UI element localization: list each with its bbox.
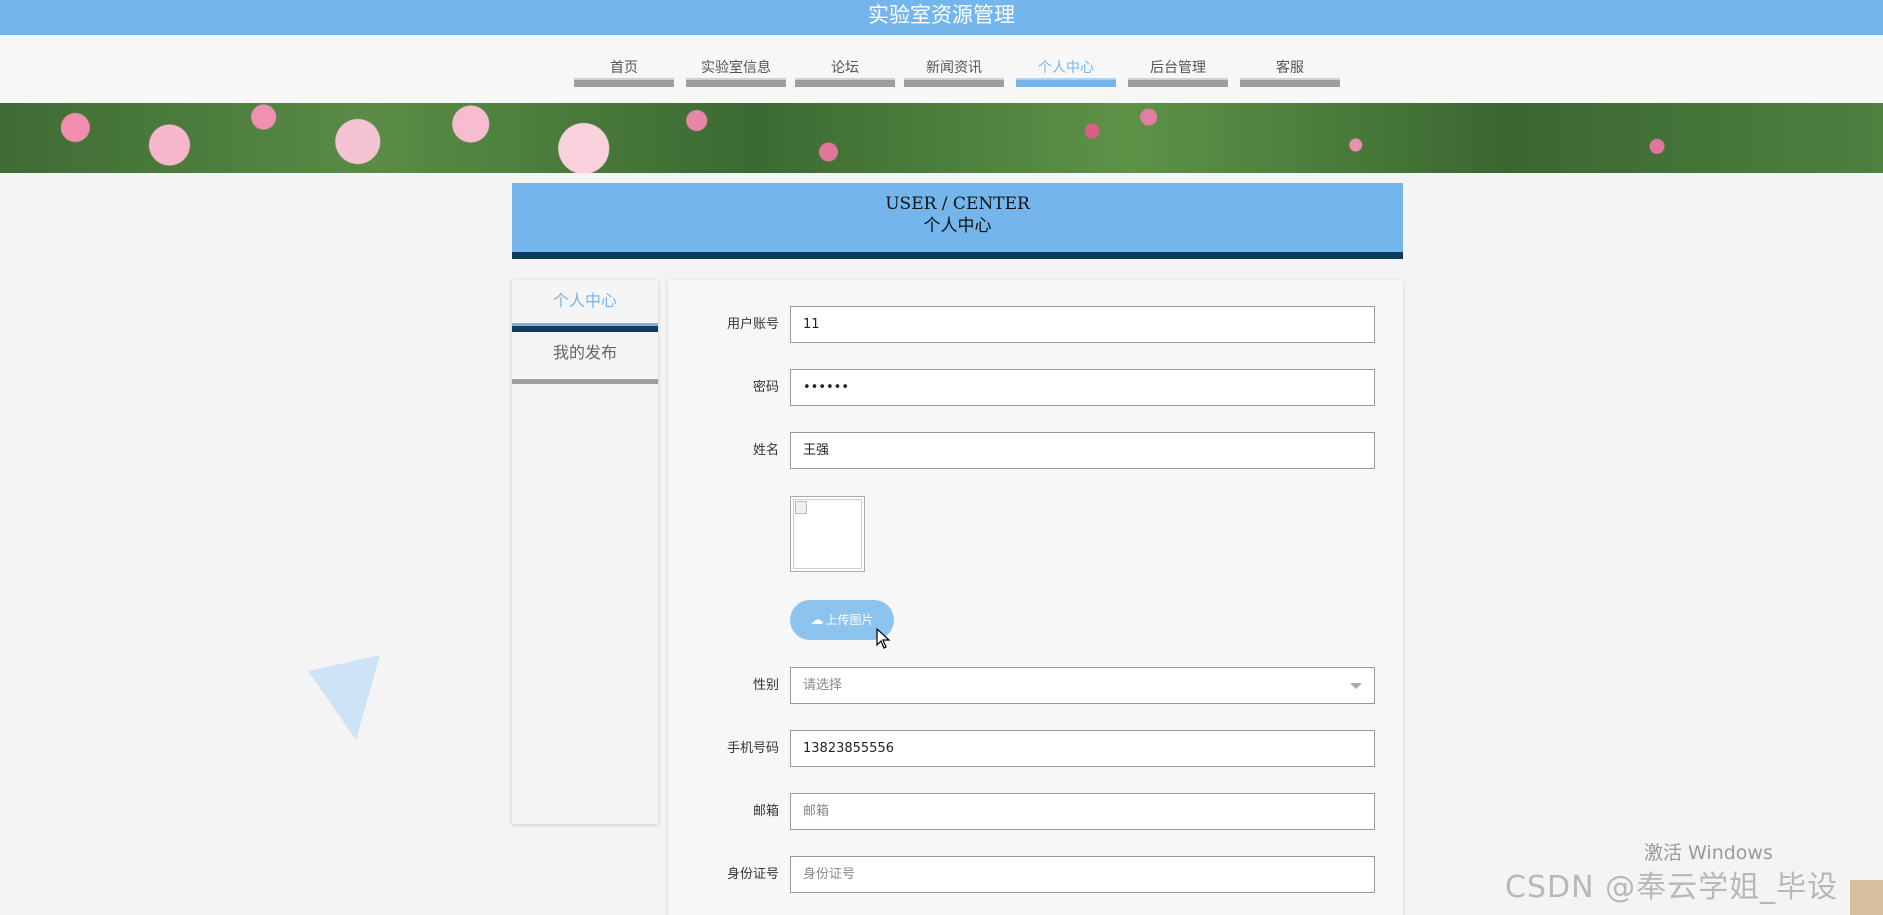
sidebar-item-my-posts[interactable]: 我的发布 bbox=[512, 332, 658, 384]
account-label: 用户账号 bbox=[726, 317, 779, 332]
app-title: 实验室资源管理 bbox=[868, 3, 1015, 27]
nav-item-home[interactable]: 首页 bbox=[574, 55, 674, 87]
phone-label: 手机号码 bbox=[726, 741, 779, 756]
form-row-phone: 手机号码 13823855556 bbox=[668, 730, 1403, 767]
decorative-triangle-icon bbox=[308, 655, 380, 740]
sidebar: 个人中心 我的发布 bbox=[512, 280, 658, 824]
id-card-input[interactable]: 身份证号 bbox=[790, 856, 1375, 893]
corner-decoration bbox=[1850, 880, 1883, 915]
cloud-upload-icon: ☁ bbox=[810, 613, 824, 628]
gender-select[interactable]: 请选择 bbox=[790, 667, 1375, 704]
sidebar-item-personal-center[interactable]: 个人中心 bbox=[512, 280, 658, 332]
name-input[interactable]: 王强 bbox=[790, 432, 1375, 469]
name-label: 姓名 bbox=[752, 443, 779, 458]
nav-item-customer-service[interactable]: 客服 bbox=[1240, 55, 1340, 87]
password-label: 密码 bbox=[752, 380, 779, 395]
broken-image-icon bbox=[795, 501, 807, 514]
phone-input[interactable]: 13823855556 bbox=[790, 730, 1375, 767]
form-row-account: 用户账号 11 bbox=[668, 306, 1403, 343]
flower-banner-image bbox=[0, 103, 1883, 173]
email-label: 邮箱 bbox=[752, 804, 779, 819]
account-input[interactable]: 11 bbox=[790, 306, 1375, 343]
section-title-zh: 个人中心 bbox=[923, 216, 992, 236]
form-row-email: 邮箱 邮箱 bbox=[668, 793, 1403, 830]
nav-item-personal-center[interactable]: 个人中心 bbox=[1016, 55, 1116, 87]
form-row-name: 姓名 王强 bbox=[668, 432, 1403, 469]
csdn-watermark: CSDN @奉云学姐_毕设 bbox=[1505, 870, 1839, 905]
id-card-label: 身份证号 bbox=[726, 867, 779, 882]
nav-item-admin[interactable]: 后台管理 bbox=[1128, 55, 1228, 87]
top-nav: 首页 实验室信息 论坛 新闻资讯 个人中心 后台管理 客服 bbox=[0, 35, 1883, 103]
mouse-pointer-icon bbox=[876, 628, 891, 649]
nav-item-news[interactable]: 新闻资讯 bbox=[904, 55, 1004, 87]
app-title-bar: 实验室资源管理 bbox=[0, 0, 1883, 35]
profile-form: 用户账号 11 密码 •••••• 姓名 王强 ☁ 上传图片 性别 请选择 手机号… bbox=[668, 280, 1403, 915]
email-input[interactable]: 邮箱 bbox=[790, 793, 1375, 830]
windows-activation-watermark: 激活 Windows bbox=[1644, 842, 1773, 864]
form-row-password: 密码 •••••• bbox=[668, 369, 1403, 406]
nav-item-forum[interactable]: 论坛 bbox=[795, 55, 895, 87]
password-input[interactable]: •••••• bbox=[790, 369, 1375, 406]
avatar-preview bbox=[790, 496, 865, 572]
gender-label: 性别 bbox=[752, 678, 779, 693]
chevron-down-icon bbox=[1350, 683, 1362, 689]
nav-item-lab-info[interactable]: 实验室信息 bbox=[686, 55, 786, 87]
form-row-gender: 性别 请选择 bbox=[668, 667, 1403, 704]
form-row-id-card: 身份证号 身份证号 bbox=[668, 856, 1403, 893]
section-title-en: USER / CENTER bbox=[885, 194, 1030, 214]
section-header: USER / CENTER 个人中心 bbox=[512, 183, 1403, 259]
